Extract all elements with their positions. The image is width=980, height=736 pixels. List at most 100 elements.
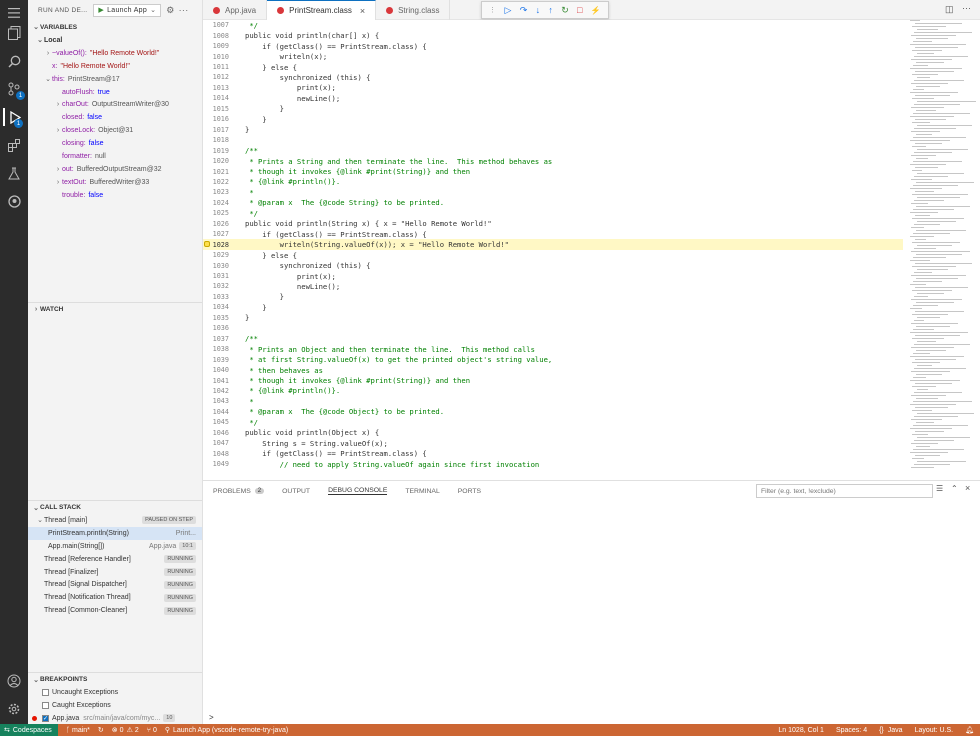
watch-header[interactable]: › WATCH (28, 302, 202, 316)
console-prompt[interactable]: > (209, 713, 214, 722)
panel-tab[interactable]: DEBUG CONSOLE (328, 487, 388, 495)
thread-item[interactable]: Thread [Finalizer] RUNNING (28, 566, 202, 579)
panel-tab[interactable]: OUTPUT (282, 488, 310, 495)
variable-row[interactable]: closing: false (28, 137, 202, 150)
launch-status[interactable]: ⚲ Launch App (vscode-remote-try-java) (165, 726, 288, 735)
editor-tab[interactable]: PrintStream.class × (267, 0, 377, 20)
variable-row[interactable]: x: "Hello Remote World!" (28, 60, 202, 73)
stop-icon[interactable]: □ (577, 5, 582, 15)
language-label: Java (887, 726, 903, 734)
continue-icon[interactable]: ▷ (504, 5, 511, 16)
minimap-line (910, 188, 942, 190)
breakpoint-item[interactable]: Uncaught Exceptions (28, 686, 202, 699)
account-icon[interactable] (5, 672, 23, 690)
sidebar-title: RUN AND DE... (38, 6, 88, 14)
run-debug-icon[interactable]: 1 (3, 108, 23, 128)
close-panel-icon[interactable]: × (965, 483, 970, 493)
variable-row[interactable]: trouble: false (28, 189, 202, 202)
thread-item[interactable]: Thread [Signal Dispatcher] RUNNING (28, 578, 202, 591)
scope-local[interactable]: ⌄ Local (28, 34, 202, 47)
variable-row[interactable]: › ~valueOf(): "Hello Remote World!" (28, 47, 202, 60)
step-into-icon[interactable]: ↓ (536, 5, 541, 15)
minimap-line (917, 317, 940, 319)
breakpoints-header[interactable]: ⌄ BREAKPOINTS (28, 672, 202, 686)
variable-row[interactable]: › closeLock: Object@31 (28, 124, 202, 137)
testing-icon[interactable] (5, 164, 23, 182)
call-stack-header[interactable]: ⌄ CALL STACK (28, 500, 202, 514)
code-line: 1047 String s = String.valueOf(x); (203, 438, 903, 448)
minimap-line (913, 41, 932, 43)
editor-tab[interactable]: App.java (203, 0, 268, 20)
close-tab-icon[interactable]: × (360, 6, 365, 16)
settings-gear-icon[interactable] (5, 700, 23, 718)
editor-tab[interactable]: String.class (376, 0, 451, 20)
hot-code-replace-icon[interactable]: ⚡ (591, 6, 601, 15)
thread-item[interactable]: ⌄ Thread [main] PAUSED ON STEP (28, 514, 202, 527)
cursor-position[interactable]: Ln 1028, Col 1 (778, 727, 824, 734)
search-icon[interactable] (5, 52, 23, 70)
more-actions-icon[interactable]: ··· (962, 3, 971, 13)
variable-row[interactable]: › charOut: OutputStreamWriter@30 (28, 98, 202, 111)
explorer-icon[interactable] (5, 24, 23, 42)
thread-item[interactable]: Thread [Reference Handler] RUNNING (28, 553, 202, 566)
code-editor[interactable]: 1007 */1008 public void println(char[] x)… (203, 20, 980, 480)
restart-icon[interactable]: ↻ (561, 5, 569, 16)
remote-indicator[interactable]: ⇆ Codespaces (0, 724, 58, 736)
run-config-select[interactable]: ▶ Launch App ⌄ (93, 3, 162, 17)
minimap-line (912, 74, 938, 76)
console-filter-input[interactable]: Filter (e.g. text, !exclude) (756, 484, 933, 498)
activity-bar: 1 1 (0, 0, 28, 724)
variable-row[interactable]: closed: false (28, 111, 202, 124)
call-stack-section: ⌄ CALL STACK ⌄ Thread [main] PAUSED ON STE… (28, 500, 202, 617)
variable-row[interactable]: ⌄ this: PrintStream@17 (28, 73, 202, 86)
breakpoint-checkbox[interactable] (42, 688, 49, 696)
step-over-icon[interactable]: ↷ (520, 5, 528, 16)
branch-status[interactable]: ᚴ main* (66, 727, 90, 734)
panel-tab[interactable]: PROBLEMS 2 (213, 488, 265, 495)
code-line: 1015 } (203, 104, 903, 114)
thread-item[interactable]: Thread [Common-Cleaner] RUNNING (28, 604, 202, 617)
step-out-icon[interactable]: ↑ (548, 5, 553, 15)
minimap-line (917, 221, 956, 223)
code-text: * Prints an Object and then terminate th… (245, 344, 535, 354)
minimap-line (917, 389, 928, 391)
indentation[interactable]: Spaces: 4 (836, 727, 867, 734)
panel-tab-label: OUTPUT (282, 487, 311, 495)
variables-header[interactable]: ⌄ VARIABLES (28, 20, 202, 34)
thread-item[interactable]: Thread [Notification Thread] RUNNING (28, 591, 202, 604)
breakpoint-checkbox[interactable]: ✓ (42, 714, 49, 722)
drag-handle-icon[interactable]: ⋮ (489, 6, 496, 14)
breakpoint-checkbox[interactable] (42, 701, 49, 709)
panel-tab[interactable]: PORTS (458, 488, 481, 495)
ports-status[interactable]: ⑂ 0 (147, 727, 157, 734)
language-mode[interactable]: {} Java (879, 727, 902, 734)
more-actions-icon[interactable]: ··· (179, 5, 189, 15)
variable-row[interactable]: autoFlush: true (28, 86, 202, 99)
maximize-panel-icon[interactable]: ⌃ (951, 484, 958, 493)
keyboard-layout[interactable]: Layout: U.S. (915, 727, 954, 734)
panel-tab[interactable]: TERMINAL (405, 488, 439, 495)
minimap[interactable] (906, 20, 980, 480)
breakpoint-item[interactable]: ✓ App.java src/main/java/com/myc... 10 (28, 712, 202, 725)
minimap-line (917, 269, 948, 271)
variable-row[interactable]: › textOut: BufferedWriter@33 (28, 176, 202, 189)
stack-frame[interactable]: App.main(String[]) App.java 10:1 (28, 540, 202, 553)
thread-status-badge: RUNNING (164, 593, 196, 602)
filter-placeholder: Filter (e.g. text, !exclude) (761, 487, 836, 495)
gear-icon[interactable]: ⚙ (166, 5, 174, 16)
minimap-line (915, 239, 926, 241)
minimap-line (912, 338, 944, 340)
menu-icon[interactable] (5, 4, 23, 22)
extensions-icon[interactable] (5, 136, 23, 154)
problems-status[interactable]: ⊗ 0 ⚠ 2 (112, 726, 139, 735)
sync-icon[interactable]: ↻ (98, 726, 104, 734)
variable-row[interactable]: › out: BufferedOutputStream@32 (28, 163, 202, 176)
breakpoint-item[interactable]: Caught Exceptions (28, 699, 202, 712)
variable-row[interactable]: formatter: null (28, 150, 202, 163)
github-icon[interactable] (5, 192, 23, 210)
split-editor-icon[interactable]: ◫ (945, 4, 954, 15)
clear-console-icon[interactable]: ☰ (936, 484, 943, 493)
source-control-icon[interactable]: 1 (5, 80, 25, 100)
notifications-bell-icon[interactable]: 🔔︎ (965, 726, 974, 734)
stack-frame[interactable]: PrintStream.println(String) Print... (28, 526, 202, 540)
